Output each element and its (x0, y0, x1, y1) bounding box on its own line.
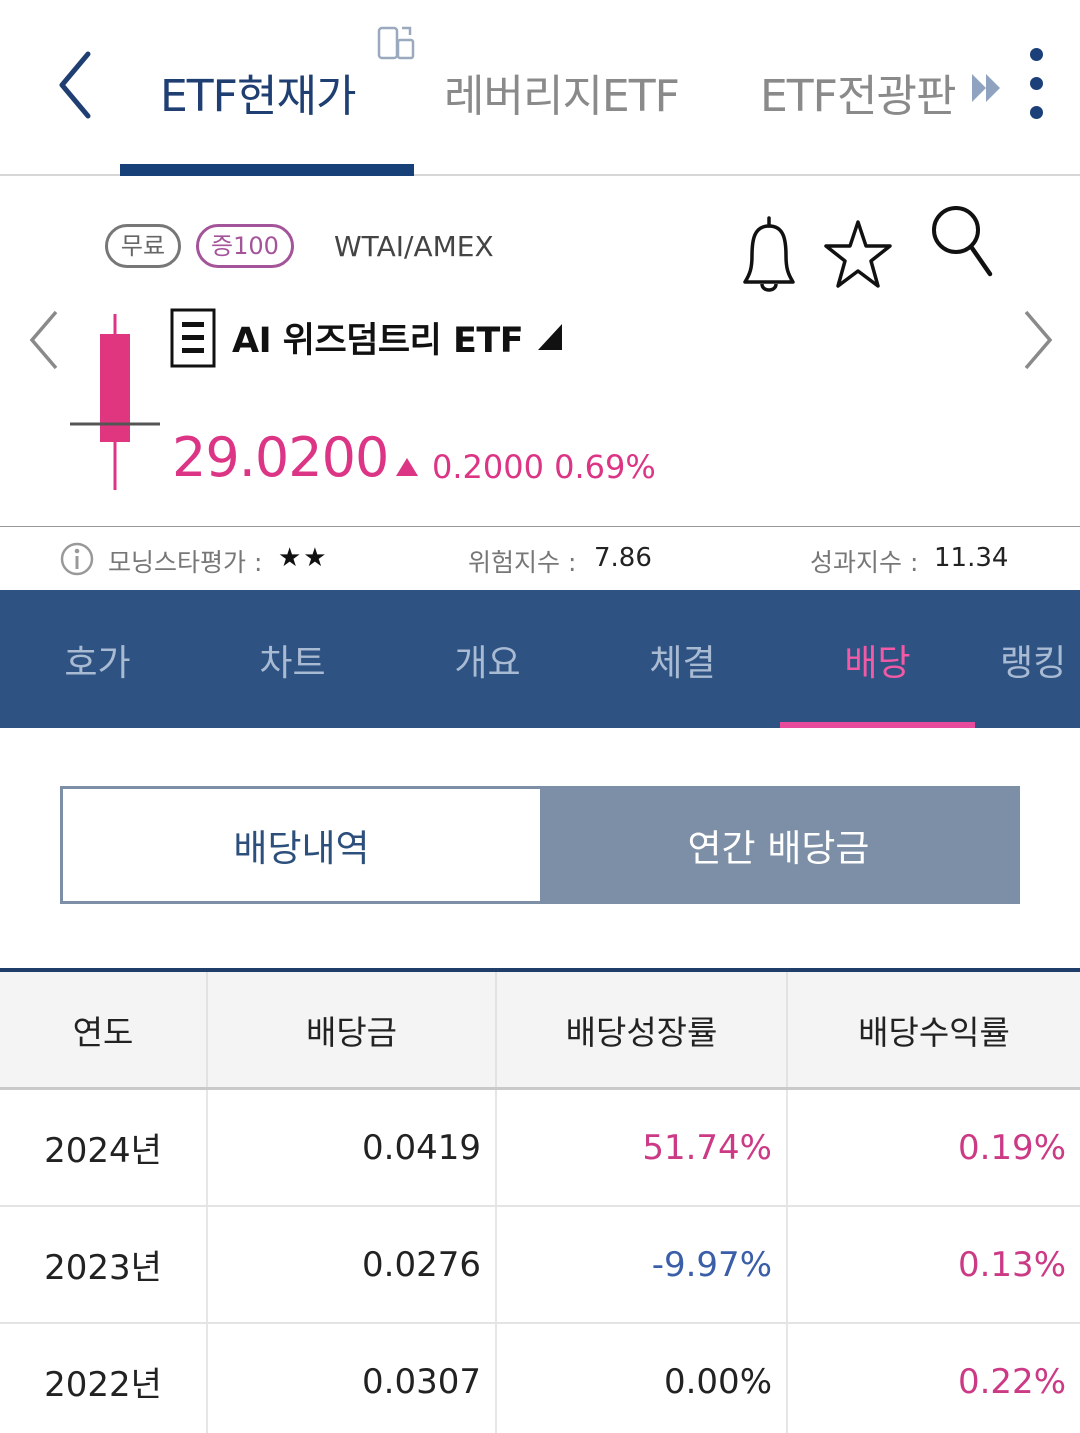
risk-index-value: 7.86 (594, 543, 652, 573)
margin-badge: 증100 (196, 224, 294, 268)
dropdown-triangle-icon[interactable] (536, 322, 564, 352)
annual-dividend-button[interactable]: 연간 배당금 (540, 789, 1017, 901)
cell-dividend: 0.0419 (208, 1090, 497, 1205)
bell-icon[interactable] (740, 212, 798, 296)
performance-index-value: 11.34 (934, 543, 1009, 573)
tab-ranking[interactable]: 랭킹 (1000, 634, 1080, 686)
cell-year: 2022년 (0, 1324, 208, 1433)
up-triangle-icon (396, 458, 418, 476)
star-icon[interactable] (824, 212, 892, 296)
performance-index-label: 성과지수 : (810, 548, 919, 577)
tab-overview[interactable]: 개요 (390, 634, 585, 686)
tab-leverage-etf[interactable]: 레버리지ETF (444, 60, 680, 124)
table-row: 2023년 0.0276 -9.97% 0.13% (0, 1207, 1080, 1324)
ticker-symbol: WTAI/AMEX (334, 230, 494, 263)
free-badge: 무료 (105, 224, 181, 268)
device-switch-icon[interactable] (376, 24, 416, 62)
tab-orderbook[interactable]: 호가 (0, 634, 195, 686)
cell-growth: 51.74% (497, 1090, 788, 1205)
search-icon[interactable] (928, 200, 996, 282)
dividend-history-button[interactable]: 배당내역 (63, 789, 540, 901)
stock-name[interactable]: AI 위즈덤트리 ETF (232, 312, 524, 363)
top-tab-bar: ETF현재가 레버리지ETF ETF전광판 (0, 0, 1080, 176)
fast-forward-icon[interactable] (970, 72, 1004, 104)
document-icon[interactable] (170, 308, 216, 368)
header-dividend: 배당금 (208, 972, 497, 1087)
tab-trades[interactable]: 체결 (585, 634, 780, 686)
cell-growth: 0.00% (497, 1324, 788, 1433)
tab-dividend[interactable]: 배당 (780, 634, 975, 686)
active-tab-indicator (120, 164, 414, 176)
candlestick-icon (70, 314, 160, 490)
header-year: 연도 (0, 972, 208, 1087)
cell-dividend: 0.0307 (208, 1324, 497, 1433)
cell-dividend: 0.0276 (208, 1207, 497, 1322)
cell-yield: 0.19% (957, 1127, 1066, 1168)
change-amount: 0.2000 (432, 448, 544, 486)
table-row: 2022년 0.0307 0.00% 0.22% (0, 1324, 1080, 1433)
section-tab-bar: 호가 차트 개요 체결 배당 랭킹 (0, 590, 1080, 728)
current-price: 29.0200 (172, 426, 389, 489)
section-tab-indicator (780, 722, 975, 728)
header-yield: 배당수익률 (858, 1012, 1010, 1052)
cell-year: 2024년 (0, 1090, 208, 1205)
more-vertical-icon[interactable] (1022, 44, 1052, 124)
morningstar-stars: ★★ (278, 543, 329, 573)
change-percent: 0.69% (554, 448, 656, 486)
tab-chart[interactable]: 차트 (195, 634, 390, 686)
cell-yield: 0.22% (957, 1361, 1066, 1402)
tab-etf-current-price[interactable]: ETF현재가 (160, 60, 356, 124)
cell-year: 2023년 (0, 1207, 208, 1322)
dividend-table: 연도 배당금 배당성장률 배당수익률 2024년 0.0419 51.74% 0… (0, 968, 1080, 1433)
chevron-right-icon[interactable] (1020, 308, 1056, 372)
cell-growth: -9.97% (497, 1207, 788, 1322)
dividend-view-toggle: 배당내역 연간 배당금 (60, 786, 1020, 904)
header-growth: 배당성장률 (497, 972, 788, 1087)
table-header: 연도 배당금 배당성장률 배당수익률 (0, 972, 1080, 1090)
rating-row: 모닝스타평가 : ★★ 위험지수 : 7.86 성과지수 : 11.34 (0, 526, 1080, 590)
table-row: 2024년 0.0419 51.74% 0.19% (0, 1090, 1080, 1207)
risk-index-label: 위험지수 : (468, 548, 577, 577)
cell-yield: 0.13% (957, 1244, 1066, 1285)
price-change: 0.2000 0.69% (432, 448, 656, 486)
chevron-left-icon[interactable] (26, 308, 62, 372)
back-chevron-icon[interactable] (52, 48, 102, 122)
morningstar-label: 모닝스타평가 : (108, 548, 263, 577)
tab-etf-board[interactable]: ETF전광판 (760, 60, 956, 124)
info-icon[interactable] (60, 539, 94, 579)
